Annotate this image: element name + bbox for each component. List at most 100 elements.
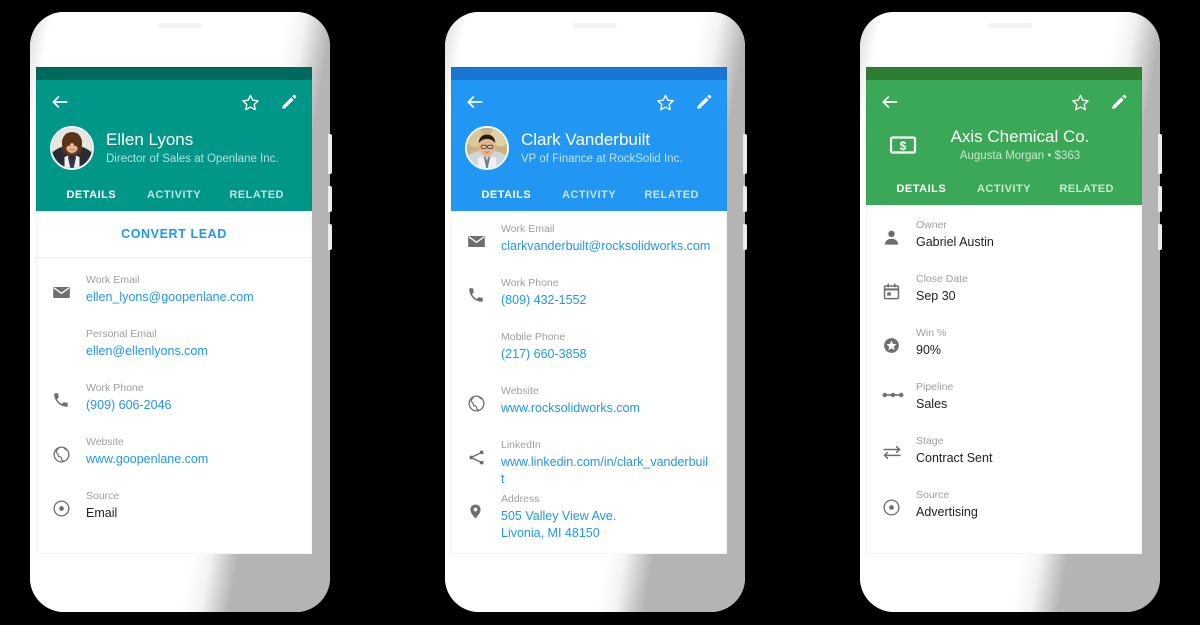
tab-details[interactable]: DETAILS	[880, 174, 963, 205]
field-value[interactable]: 505 Valley View Ave. Livonia, MI 48150	[501, 508, 711, 542]
phone-mockup-lead-ellen-lyons: Ellen Lyons Director of Sales at Openlan…	[30, 12, 332, 612]
star-icon[interactable]	[656, 93, 675, 112]
field-value-line1: Advertising	[916, 505, 978, 519]
detail-field-win[interactable]: Win % 90%	[866, 323, 1142, 377]
avatar	[50, 126, 94, 170]
field-label: Source	[86, 490, 120, 502]
tab-related[interactable]: RELATED	[215, 180, 298, 211]
source-icon	[52, 486, 86, 518]
power-button[interactable]	[743, 134, 747, 174]
avatar	[465, 126, 509, 170]
detail-field-linkedin[interactable]: LinkedIn www.linkedin.com/in/clark_vande…	[451, 435, 727, 489]
volume-up-button[interactable]	[743, 186, 747, 212]
share-icon	[467, 435, 501, 467]
back-icon[interactable]	[880, 92, 900, 112]
tab-activity[interactable]: ACTIVITY	[963, 174, 1046, 205]
field-value[interactable]: www.goopenlane.com	[86, 451, 296, 468]
field-value[interactable]: www.rocksolidworks.com	[501, 400, 711, 417]
field-value-line1: Sep 30	[916, 289, 956, 303]
field-label: Pipeline	[916, 381, 954, 393]
back-icon[interactable]	[50, 92, 70, 112]
tab-details[interactable]: DETAILS	[50, 180, 133, 211]
app-bar-actions	[656, 93, 713, 112]
field-value[interactable]: ellen@ellenlyons.com	[86, 343, 296, 360]
tab-activity[interactable]: ACTIVITY	[548, 180, 631, 211]
app-bar-top-row	[880, 80, 1128, 124]
status-bar	[451, 67, 727, 80]
tab-related[interactable]: RELATED	[630, 180, 713, 211]
star-icon[interactable]	[1071, 93, 1090, 112]
edit-icon[interactable]	[1110, 93, 1128, 111]
field-label: Owner	[916, 219, 947, 231]
field-value[interactable]: www.linkedin.com/in/clark_vanderbuilt	[501, 454, 711, 488]
detail-field-stage[interactable]: Stage Contract Sent	[866, 431, 1142, 485]
volume-down-button[interactable]	[743, 224, 747, 250]
detail-field-work-email[interactable]: Work Email clarkvanderbuilt@rocksolidwor…	[451, 219, 727, 273]
field-body: Close Date Sep 30	[916, 269, 1126, 305]
field-value-line1: ellen_lyons@goopenlane.com	[86, 290, 254, 304]
detail-field-work-email[interactable]: Work Email ellen_lyons@goopenlane.com	[36, 270, 312, 324]
detail-field-source[interactable]: Source Email	[36, 486, 312, 540]
field-value[interactable]: ellen_lyons@goopenlane.com	[86, 289, 296, 306]
tab-activity[interactable]: ACTIVITY	[133, 180, 216, 211]
back-icon[interactable]	[465, 92, 485, 112]
convert-lead-button[interactable]: CONVERT LEAD	[36, 211, 312, 258]
field-value-line1: www.goopenlane.com	[86, 452, 209, 466]
detail-field-owner[interactable]: Owner Gabriel Austin	[866, 215, 1142, 269]
app-bar-top-row	[465, 80, 713, 124]
tab-details[interactable]: DETAILS	[465, 180, 548, 211]
field-value: 90%	[916, 342, 1126, 359]
field-label: Address	[501, 493, 540, 505]
app-bar: Clark Vanderbuilt VP of Finance at RockS…	[451, 80, 727, 213]
detail-field-work-phone[interactable]: Work Phone (809) 432-1552	[451, 273, 727, 327]
app-bar: Ellen Lyons Director of Sales at Openlan…	[36, 80, 312, 213]
star-icon[interactable]	[241, 93, 260, 112]
none	[52, 324, 86, 337]
detail-field-source[interactable]: Source Advertising	[866, 485, 1142, 539]
field-value-line2: Livonia, MI 48150	[501, 526, 600, 540]
phone-icon	[467, 273, 501, 304]
detail-field-website[interactable]: Website www.goopenlane.com	[36, 432, 312, 486]
field-label: Win %	[916, 327, 947, 339]
field-value[interactable]: clarkvanderbuilt@rocksolidworks.com	[501, 238, 711, 255]
field-value: Contract Sent	[916, 450, 1126, 467]
detail-field-work-phone[interactable]: Work Phone (909) 606-2046	[36, 378, 312, 432]
field-label: Work Phone	[501, 277, 559, 289]
detail-field-personal-email[interactable]: Personal Email ellen@ellenlyons.com	[36, 324, 312, 378]
detail-field-website[interactable]: Website www.rocksolidworks.com	[451, 381, 727, 435]
field-value[interactable]: (909) 606-2046	[86, 397, 296, 414]
phone-mockup-contact-clark-vanderbuilt: Clark Vanderbuilt VP of Finance at RockS…	[445, 12, 747, 612]
detail-field-pipeline[interactable]: Pipeline Sales	[866, 377, 1142, 431]
volume-up-button[interactable]	[328, 186, 332, 212]
field-body: Website www.rocksolidworks.com	[501, 381, 711, 417]
detail-field-address[interactable]: Address 505 Valley View Ave. Livonia, MI …	[451, 489, 727, 543]
mail-icon	[467, 219, 501, 251]
field-body: Mobile Phone (217) 660-3858	[501, 327, 711, 363]
field-value[interactable]: (217) 660-3858	[501, 346, 711, 363]
detail-field-mobile-phone[interactable]: Mobile Phone (217) 660-3858	[451, 327, 727, 381]
record-subtitle: Director of Sales at Openlane Inc.	[106, 153, 279, 165]
volume-up-button[interactable]	[1158, 186, 1162, 212]
field-value-line1: 505 Valley View Ave.	[501, 509, 617, 523]
tab-related[interactable]: RELATED	[1045, 174, 1128, 205]
field-value: Sales	[916, 396, 1126, 413]
detail-field-close-date[interactable]: Close Date Sep 30	[866, 269, 1142, 323]
field-value-line1: (809) 432-1552	[501, 293, 587, 307]
field-label: Mobile Phone	[501, 331, 566, 343]
field-body: LinkedIn www.linkedin.com/in/clark_vande…	[501, 435, 711, 488]
edit-icon[interactable]	[280, 93, 298, 111]
none	[467, 327, 501, 340]
edit-icon[interactable]	[695, 93, 713, 111]
svg-text:$: $	[900, 139, 907, 153]
field-value[interactable]: (809) 432-1552	[501, 292, 711, 309]
power-button[interactable]	[1158, 134, 1162, 174]
volume-down-button[interactable]	[1158, 224, 1162, 250]
field-body: Work Phone (909) 606-2046	[86, 378, 296, 414]
power-button[interactable]	[328, 134, 332, 174]
field-body: Pipeline Sales	[916, 377, 1126, 413]
identity-block: Ellen Lyons Director of Sales at Openlan…	[50, 124, 298, 180]
phone-screen: $ Axis Chemical Co. Augusta Morgan • $36…	[866, 67, 1142, 554]
volume-down-button[interactable]	[328, 224, 332, 250]
field-label: LinkedIn	[501, 439, 541, 451]
identity-text: Axis Chemical Co. Augusta Morgan • $363	[934, 126, 1128, 164]
